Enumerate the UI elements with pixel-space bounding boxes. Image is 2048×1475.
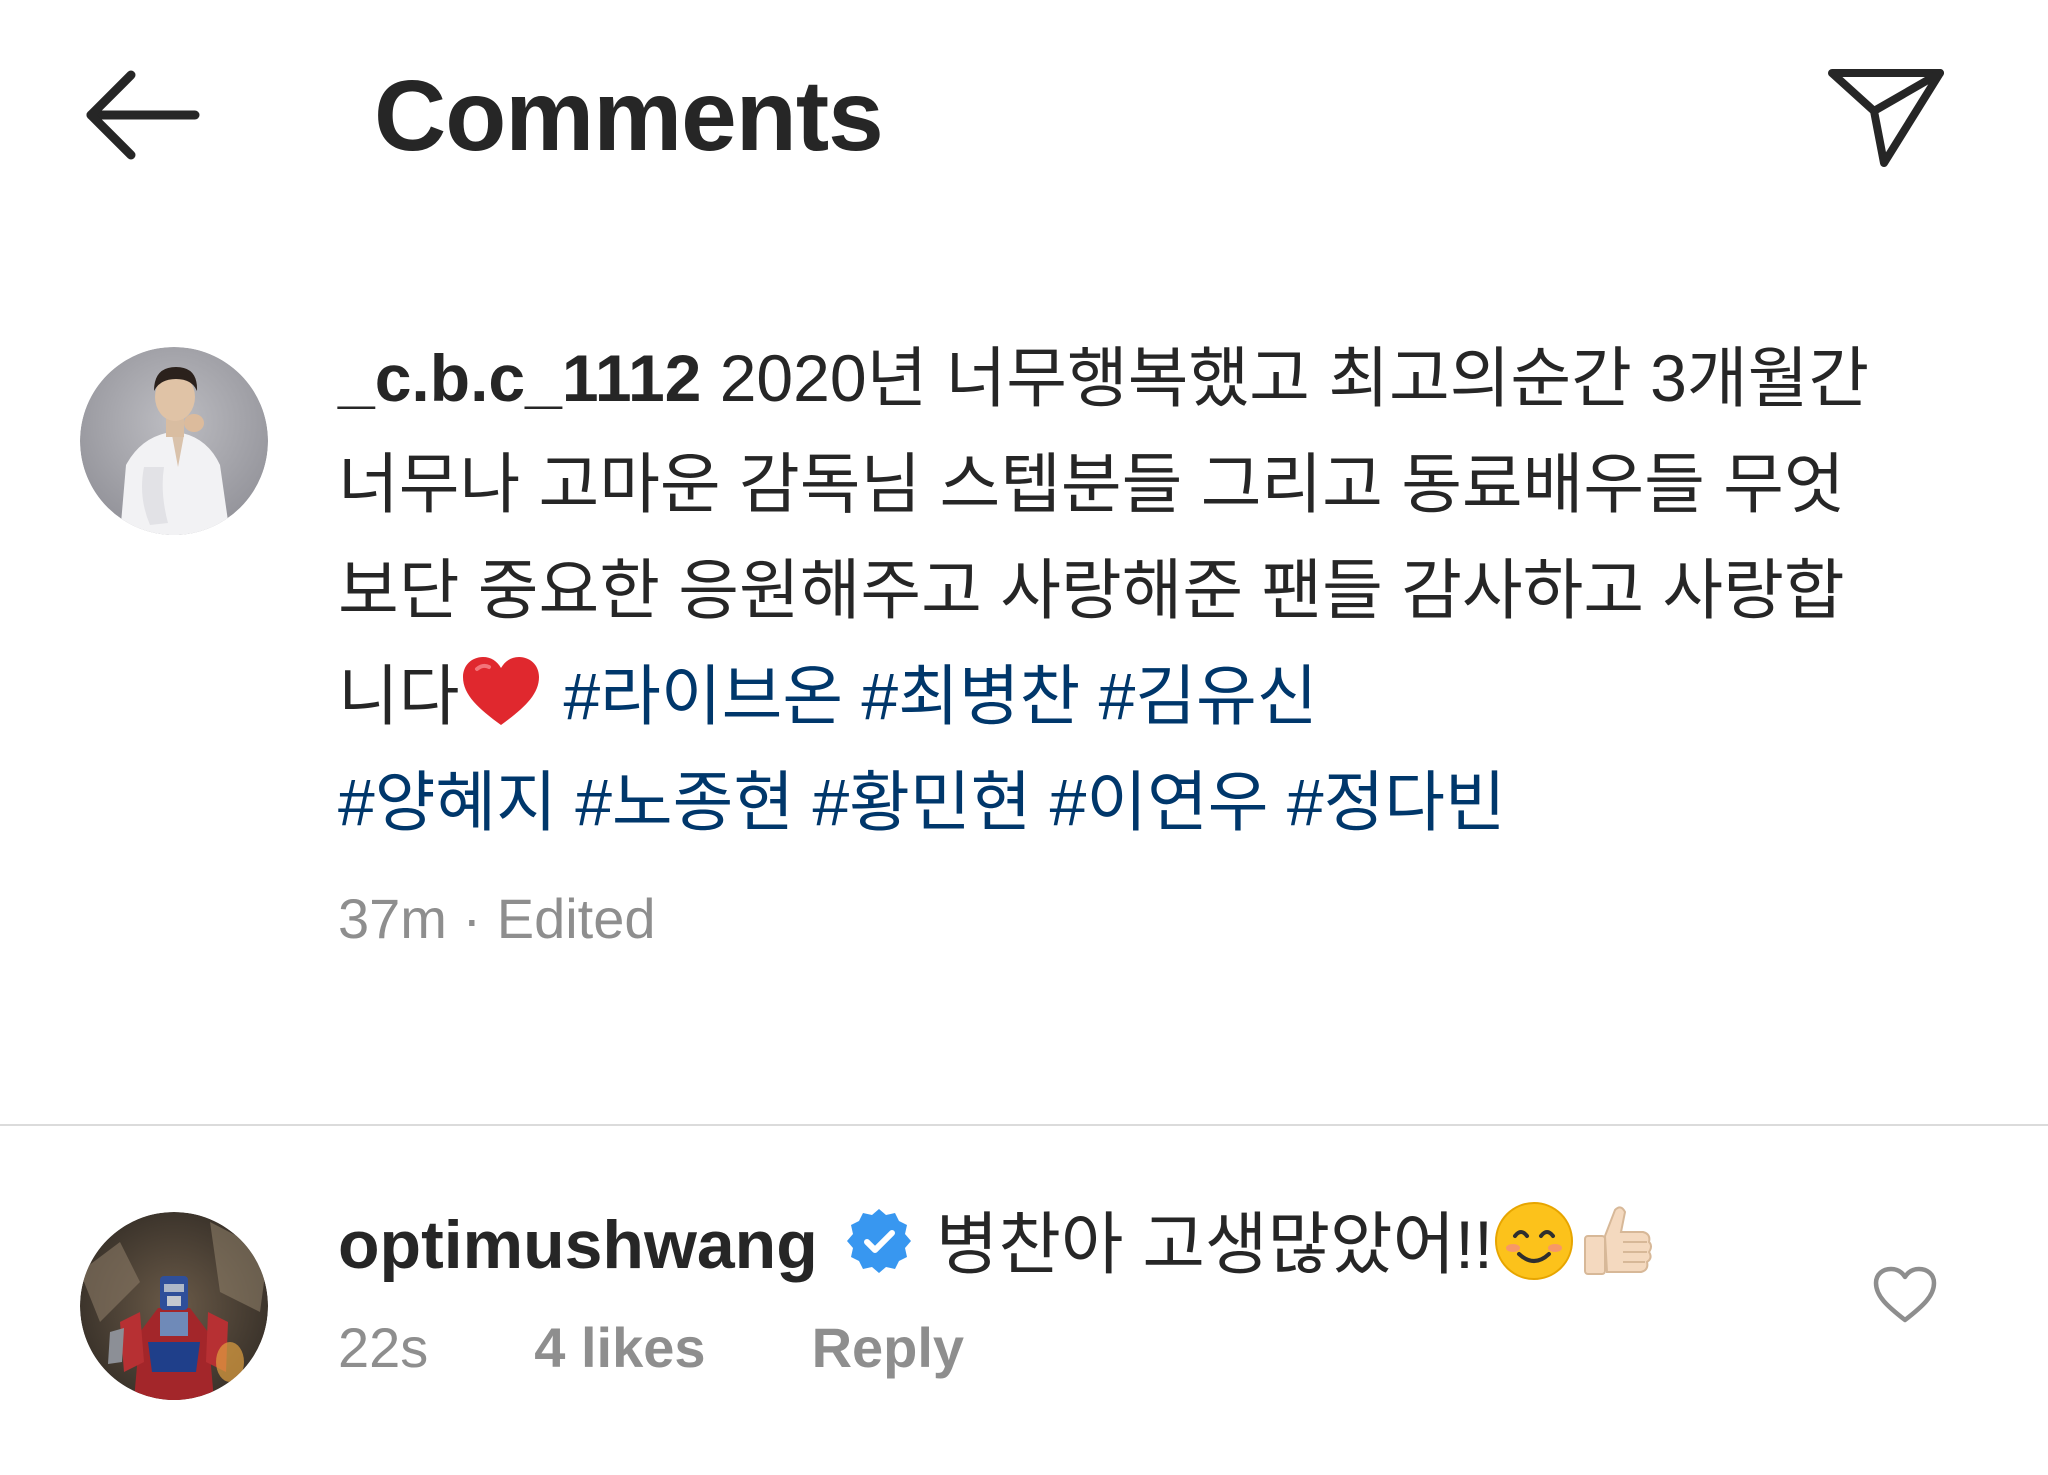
commenter-username[interactable]: optimushwang	[338, 1207, 818, 1283]
caption-avatar[interactable]	[80, 347, 268, 535]
hashtag-link[interactable]: #라이브온	[563, 659, 843, 733]
comment-body: optimushwang 병찬아 고생많았어!! 22s 4 likes Reply	[338, 1190, 1838, 1388]
heart-outline-icon	[1873, 1266, 1937, 1323]
caption-username[interactable]: _c.b.c_1112	[338, 341, 701, 415]
thumbs-up-icon	[1583, 1206, 1652, 1275]
caption-text-block: _c.b.c_1112 2020년 너무행복했고 최고의순간 3개월간 너무나 …	[338, 325, 1898, 855]
edited-label: Edited	[496, 887, 656, 950]
comment-actions: 22s 4 likes Reply	[338, 1308, 1838, 1388]
caption-timestamp: 37m	[338, 887, 447, 950]
comment-text-line: optimushwang 병찬아 고생많았어!!	[338, 1190, 1838, 1300]
hashtag-link[interactable]: #최병찬	[861, 659, 1080, 733]
caption-body: _c.b.c_1112 2020년 너무행복했고 최고의순간 3개월간 너무나 …	[338, 325, 1898, 979]
meta-separator: ·	[462, 887, 482, 950]
comment-item: optimushwang 병찬아 고생많았어!! 22s 4 likes Reply	[0, 1190, 2048, 1420]
hashtag-link[interactable]: #노종현	[575, 765, 794, 839]
comments-header: Comments	[0, 0, 2048, 230]
verified-badge-icon	[846, 1209, 911, 1273]
comment-message: 병찬아 고생많았어!!	[935, 1207, 1493, 1283]
comment-timestamp: 22s	[338, 1316, 429, 1379]
hashtag-link[interactable]: #이연우	[1050, 765, 1269, 839]
paper-plane-icon	[1828, 69, 1944, 167]
profile-photo	[80, 347, 268, 535]
caption-meta: 37m · Edited	[338, 859, 1898, 979]
divider	[0, 1124, 2048, 1126]
likes-count[interactable]: 4 likes	[534, 1308, 705, 1388]
share-button[interactable]	[1816, 52, 1956, 182]
hashtag-link[interactable]: #김유신	[1099, 659, 1318, 733]
reply-button[interactable]: Reply	[812, 1308, 965, 1388]
red-heart-icon	[463, 657, 540, 725]
profile-photo	[80, 1212, 268, 1400]
smiling-face-icon	[1494, 1202, 1573, 1280]
arrow-left-icon	[86, 70, 200, 160]
commenter-avatar[interactable]	[80, 1212, 268, 1400]
hashtag-link[interactable]: #정다빈	[1287, 765, 1506, 839]
hashtag-link[interactable]: #황민현	[812, 765, 1031, 839]
like-button[interactable]	[1860, 1250, 1950, 1340]
back-button[interactable]	[78, 60, 208, 170]
hashtag-link[interactable]: #양혜지	[338, 765, 557, 839]
page-title: Comments	[374, 60, 884, 172]
